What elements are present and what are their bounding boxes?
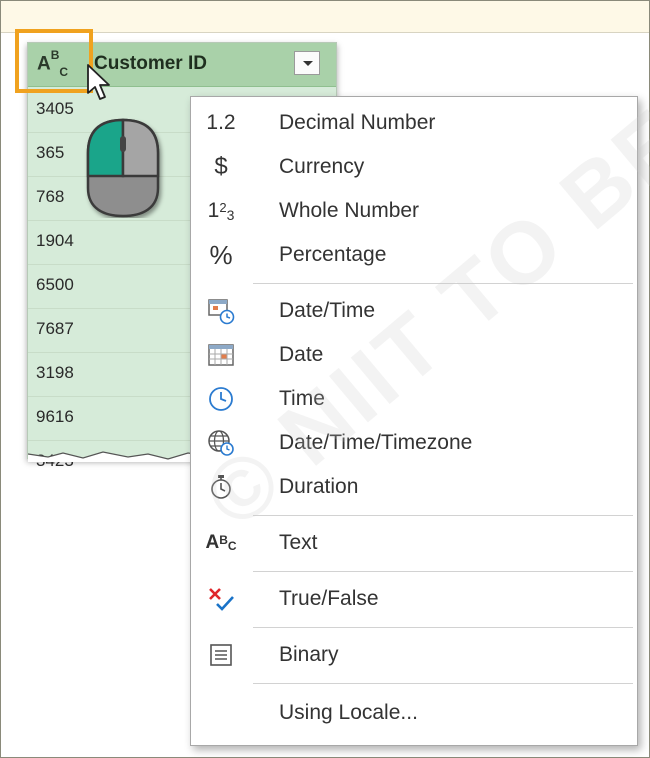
menu-item-label: Whole Number xyxy=(279,199,420,222)
menu-item-label: Text xyxy=(279,531,318,554)
menu-item-whole-number[interactable]: 123 Whole Number xyxy=(191,189,637,233)
cell-value: 6500 xyxy=(36,275,74,294)
binary-icon xyxy=(203,639,239,671)
menu-item-label: True/False xyxy=(279,587,379,610)
menu-item-label: Time xyxy=(279,387,325,410)
cell-value: 365 xyxy=(36,143,65,162)
menu-item-binary[interactable]: Binary xyxy=(191,633,637,677)
menu-item-label: Decimal Number xyxy=(279,111,436,134)
menu-separator xyxy=(253,283,633,284)
menu-item-label: Date/Time xyxy=(279,299,376,322)
globe-clock-icon xyxy=(203,427,239,459)
menu-item-date-time-timezone[interactable]: Date/Time/Timezone xyxy=(191,421,637,465)
cell-value: 768 xyxy=(36,187,65,206)
menu-item-decimal-number[interactable]: 1.2 Decimal Number xyxy=(191,101,637,145)
menu-separator xyxy=(253,627,633,628)
menu-item-true-false[interactable]: True/False xyxy=(191,577,637,621)
menu-item-percentage[interactable]: % Percentage xyxy=(191,233,637,277)
left-click-mouse-icon xyxy=(86,118,160,218)
whole-number-icon: 123 xyxy=(207,199,235,223)
cell-value: 9616 xyxy=(36,407,74,426)
cell-value: 3198 xyxy=(36,363,74,382)
column-filter-dropdown-button[interactable] xyxy=(294,51,320,75)
clock-icon xyxy=(203,383,239,415)
menu-item-time[interactable]: Time xyxy=(191,377,637,421)
cell-value: 7687 xyxy=(36,319,74,338)
menu-item-label: Date xyxy=(279,343,324,366)
menu-item-currency[interactable]: $ Currency xyxy=(191,145,637,189)
decimal-number-icon: 1.2 xyxy=(206,111,236,134)
menu-item-date-time[interactable]: Date/Time xyxy=(191,289,637,333)
menu-item-date[interactable]: Date xyxy=(191,333,637,377)
true-false-icon xyxy=(203,583,239,615)
menu-item-label: Binary xyxy=(279,643,339,666)
menu-item-label: Date/Time/Timezone xyxy=(279,431,473,454)
mouse-pointer-icon xyxy=(87,64,110,100)
cell-value: 1904 xyxy=(36,231,74,250)
menu-item-label: Currency xyxy=(279,155,365,178)
menu-item-duration[interactable]: Duration xyxy=(191,465,637,509)
cell-value: 3405 xyxy=(36,99,74,118)
menu-item-label: Using Locale... xyxy=(279,701,418,724)
abc-icon: ABC xyxy=(205,532,237,553)
menu-separator xyxy=(253,571,633,572)
menu-item-text[interactable]: ABC Text xyxy=(191,521,637,565)
formula-bar xyxy=(1,1,649,33)
percentage-icon: % xyxy=(209,239,233,270)
menu-separator xyxy=(253,683,633,684)
menu-separator xyxy=(253,515,633,516)
menu-item-label: Percentage xyxy=(279,243,387,266)
menu-item-label: Duration xyxy=(279,475,359,498)
type-icon-highlight xyxy=(15,29,93,93)
stopwatch-icon xyxy=(203,471,239,503)
menu-item-using-locale[interactable]: Using Locale... xyxy=(191,691,637,735)
date-time-icon xyxy=(203,295,239,327)
currency-icon: $ xyxy=(214,153,228,180)
data-type-menu: 1.2 Decimal Number $ Currency 123 Whole … xyxy=(190,96,638,746)
calendar-icon xyxy=(203,339,239,371)
